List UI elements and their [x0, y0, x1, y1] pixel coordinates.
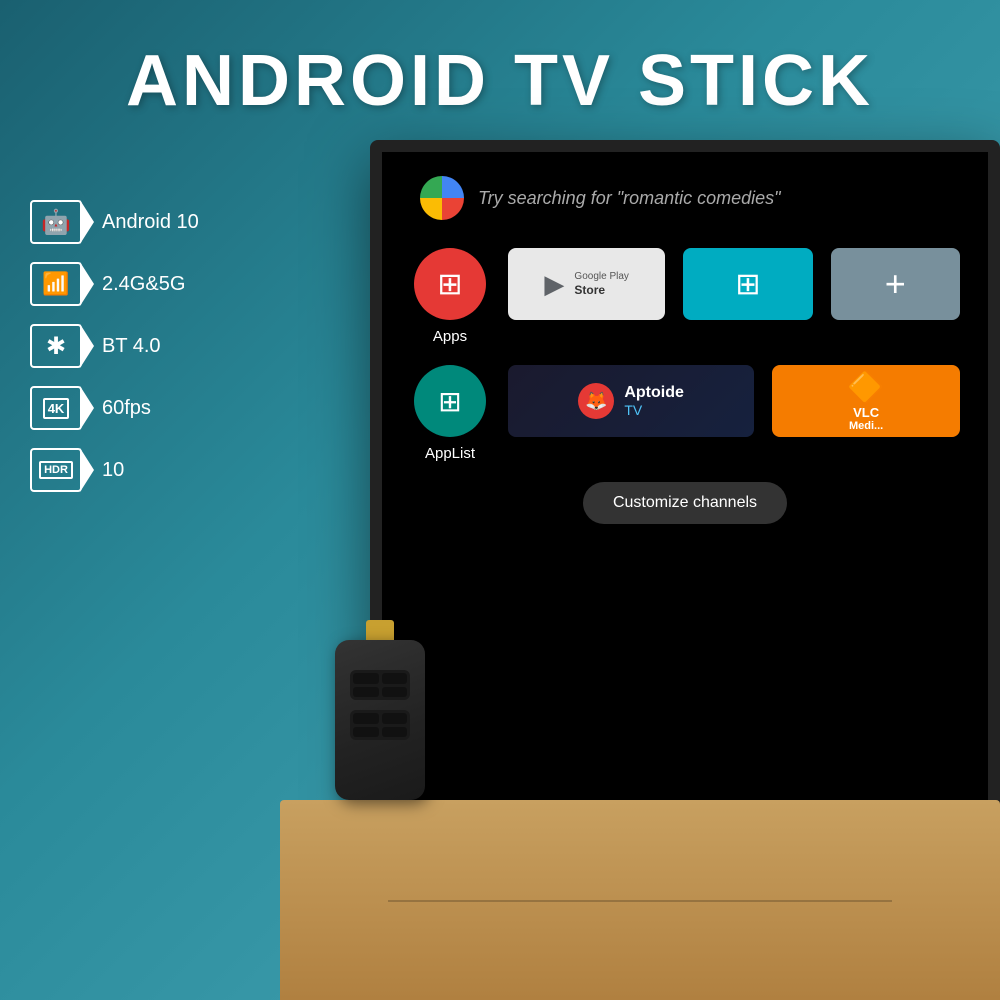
- vent-1: [353, 673, 379, 684]
- apps-icon-circle: ⊞: [414, 248, 486, 320]
- feature-bluetooth: ✱ BT 4.0: [30, 324, 199, 368]
- wifi-badge: 📶: [30, 262, 82, 306]
- vent-group-1: [350, 670, 410, 700]
- applist-icon-item[interactable]: ⊞ AppList: [410, 365, 490, 462]
- grid-icon: ⊞: [735, 267, 760, 302]
- customize-channels-button[interactable]: Customize channels: [583, 482, 787, 524]
- assistant-text: Try searching for "romantic comedies": [478, 188, 781, 209]
- bluetooth-icon: ✱: [46, 332, 66, 361]
- hdr-label: 10: [102, 459, 124, 482]
- grid-tile[interactable]: ⊞: [683, 248, 812, 320]
- hdr-icon: HDR: [39, 461, 73, 479]
- bluetooth-badge: ✱: [30, 324, 82, 368]
- vlc-cone-icon: 🔶: [847, 370, 884, 405]
- assistant-bar: Try searching for "romantic comedies": [410, 176, 960, 220]
- tv-bezel: Try searching for "romantic comedies" ⊞ …: [370, 140, 1000, 860]
- apps-row-1: ⊞ Apps ▶ Google Play Store ⊞: [410, 248, 960, 345]
- google-assistant-icon: [420, 176, 464, 220]
- vlc-tile[interactable]: 🔶 VLC Medi...: [772, 365, 960, 437]
- page-title: ANDROID TV STICK: [0, 40, 1000, 122]
- google-play-tile[interactable]: ▶ Google Play Store: [508, 248, 665, 320]
- feature-android: 🤖 Android 10: [30, 200, 199, 244]
- vent-group-2: [350, 710, 410, 740]
- vent-8: [382, 727, 408, 738]
- wifi-label: 2.4G&5G: [102, 273, 185, 296]
- apps-grid-icon: ⊞: [437, 267, 462, 302]
- vlc-label: VLC: [853, 405, 879, 420]
- aptoide-icon: 🦊: [585, 391, 607, 412]
- vent-7: [353, 727, 379, 738]
- applist-label: AppList: [425, 445, 475, 462]
- fourk-badge-el: 4K: [30, 386, 82, 430]
- bluetooth-label: BT 4.0: [102, 335, 161, 358]
- aptoide-name: Aptoide: [624, 384, 684, 402]
- google-play-text: Google Play Store: [574, 271, 628, 297]
- vent-5: [353, 713, 379, 724]
- apps-row-2: ⊞ AppList 🦊 Aptoide TV 🔶: [410, 365, 960, 462]
- feature-4k: 4K 60fps: [30, 386, 199, 430]
- fourk-label: 60fps: [102, 397, 151, 420]
- fourk-icon: 4K: [43, 398, 70, 419]
- applist-grid-icon: ⊞: [438, 385, 461, 418]
- aptoide-tile[interactable]: 🦊 Aptoide TV: [508, 365, 754, 437]
- tv-stick-device: [335, 612, 425, 800]
- apps-label: Apps: [433, 328, 467, 345]
- aptoide-logo: 🦊: [578, 383, 614, 419]
- stick-body: [335, 640, 425, 800]
- furniture-drawer: [388, 900, 892, 902]
- google-play-icon: ▶: [544, 269, 564, 300]
- furniture-cabinet: [280, 800, 1000, 1000]
- aptoide-tv: TV: [624, 402, 684, 418]
- android-label: Android 10: [102, 211, 199, 234]
- vlc-media-label: Medi...: [849, 420, 883, 432]
- wifi-icon: 📶: [42, 271, 69, 297]
- vent-6: [382, 713, 408, 724]
- applist-icon-circle: ⊞: [414, 365, 486, 437]
- apps-icon-item[interactable]: ⊞ Apps: [410, 248, 490, 345]
- customize-channels-container: Customize channels: [410, 482, 960, 524]
- vent-2: [382, 673, 408, 684]
- tv-screen: Try searching for "romantic comedies" ⊞ …: [382, 152, 988, 848]
- vent-3: [353, 687, 379, 698]
- vent-4: [382, 687, 408, 698]
- feature-wifi: 📶 2.4G&5G: [30, 262, 199, 306]
- aptoide-text-group: Aptoide TV: [624, 384, 684, 418]
- feature-hdr: HDR 10: [30, 448, 199, 492]
- hdr-badge-el: HDR: [30, 448, 82, 492]
- plus-tile[interactable]: +: [831, 248, 960, 320]
- features-list: 🤖 Android 10 📶 2.4G&5G ✱ BT 4.0 4K 60fps…: [30, 200, 199, 492]
- android-icon: 🤖: [41, 208, 71, 237]
- plus-icon: +: [885, 263, 906, 305]
- android-badge: 🤖: [30, 200, 82, 244]
